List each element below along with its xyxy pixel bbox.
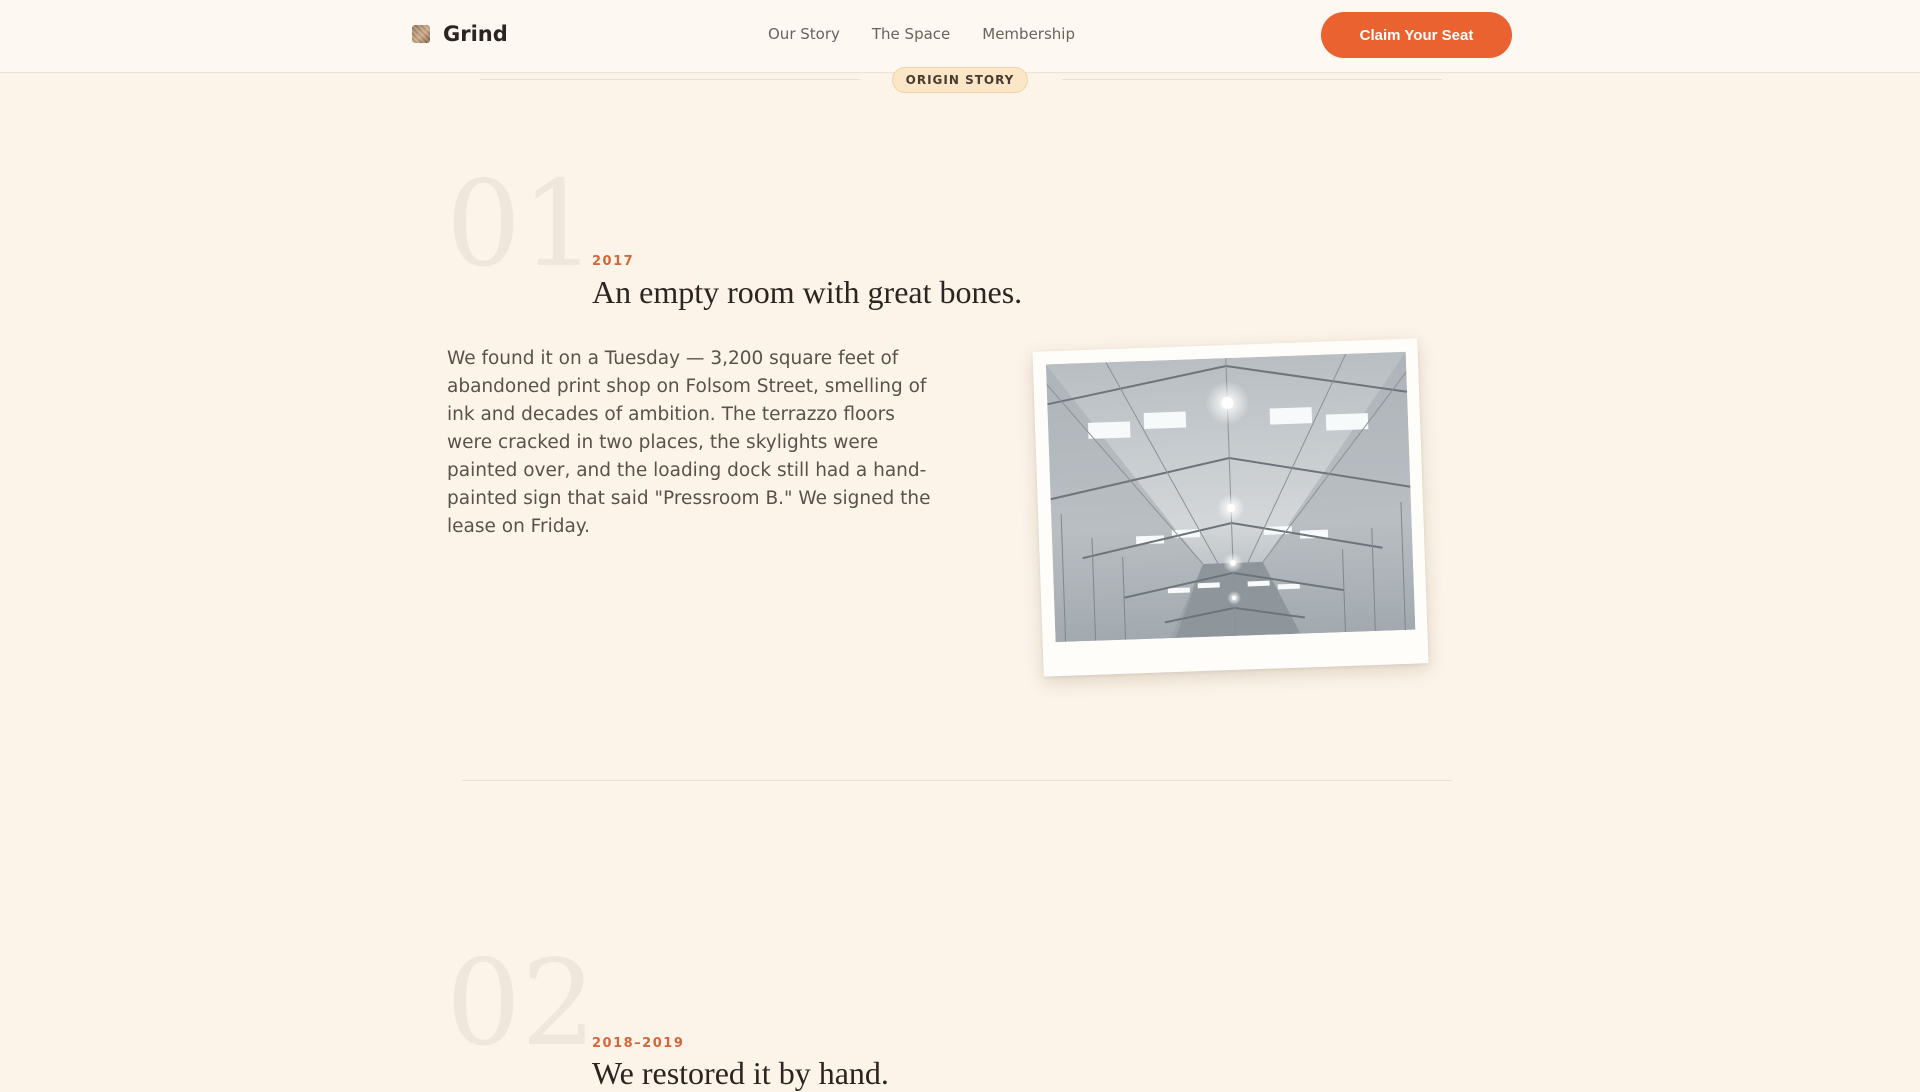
section-divider [480,79,860,80]
nav-link-the-space[interactable]: The Space [872,25,950,43]
chapter-year: 2018–2019 [592,1036,685,1051]
chapter-number: 02 [446,934,597,1072]
chapter-number: 01 [446,155,597,293]
chapter-year: 2017 [592,254,635,269]
brand-logo-icon [412,25,430,43]
main-nav: Our Story The Space Membership [768,25,1075,43]
section-label-pill: ORIGIN STORY [892,67,1028,93]
section-divider [1062,79,1442,80]
brand-name: Grind [443,22,508,46]
chapter-body: We found it on a Tuesday — 3,200 square … [447,348,931,537]
warehouse-interior-photo [1045,351,1416,643]
nav-link-membership[interactable]: Membership [982,25,1075,43]
section-divider [462,780,1452,781]
top-navigation-bar: Grind Our Story The Space Membership Cla… [0,0,1920,73]
nav-link-our-story[interactable]: Our Story [768,25,840,43]
polaroid-photo-frame [1032,338,1429,677]
chapter-title: We restored it by hand. [592,1055,889,1091]
brand[interactable]: Grind [412,22,508,46]
chapter-title: An empty room with great bones. [592,274,1023,310]
claim-your-seat-button[interactable]: Claim Your Seat [1321,12,1512,58]
